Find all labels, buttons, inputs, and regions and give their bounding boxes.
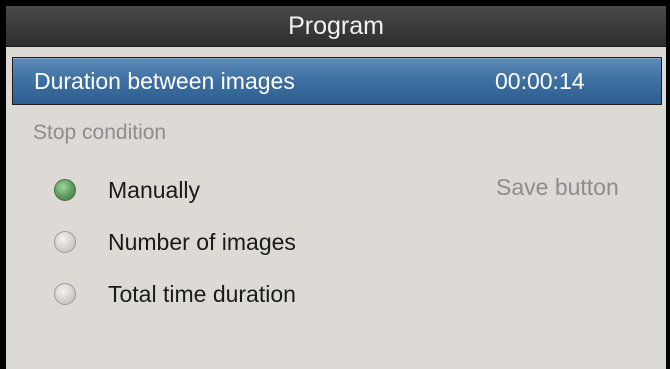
duration-between-images-row[interactable]: Duration between images 00:00:14 [12, 57, 662, 105]
stop-option-number-of-images[interactable]: Number of images [54, 227, 474, 257]
stop-condition-label: Stop condition [33, 121, 167, 144]
stop-option-total-time-duration[interactable]: Total time duration [54, 279, 474, 309]
radio-selected-icon[interactable] [54, 179, 76, 201]
stop-option-number-of-images-label: Number of images [108, 229, 296, 255]
duration-between-images-value[interactable]: 00:00:14 [495, 68, 585, 95]
title-bar: Program [6, 6, 666, 47]
stop-option-manually[interactable]: Manually [54, 175, 474, 205]
program-screen: Program Duration between images 00:00:14… [6, 6, 666, 369]
stop-option-manually-label: Manually [108, 177, 201, 203]
stop-option-total-time-duration-label: Total time duration [108, 281, 296, 307]
radio-unselected-icon[interactable] [54, 283, 76, 305]
radio-unselected-icon[interactable] [54, 231, 76, 253]
page-title: Program [288, 12, 384, 40]
duration-between-images-label: Duration between images [34, 68, 295, 94]
save-button-hint: Save button [496, 174, 619, 200]
